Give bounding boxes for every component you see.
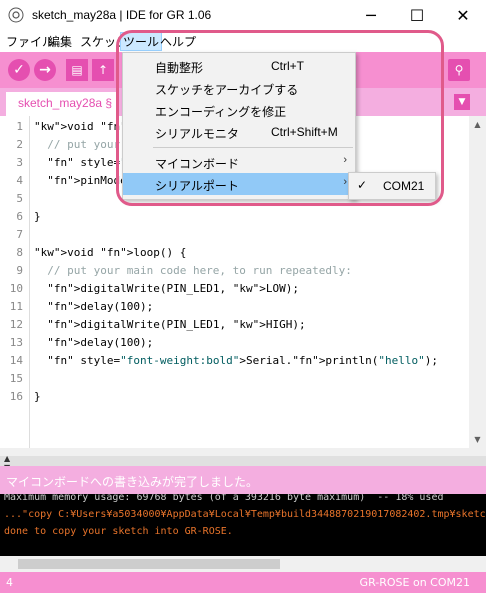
code-line[interactable]: "fn">digitalWrite(PIN_LED1, "kw">HIGH);	[34, 318, 305, 331]
open-sketch-button[interactable]: ↑	[92, 59, 114, 81]
line-number: 14	[9, 354, 23, 367]
line-number: 7	[16, 228, 23, 241]
menu-item[interactable]: スケッチをアーカイブする	[123, 77, 355, 99]
menu-help[interactable]: ヘルプ	[158, 33, 198, 51]
line-number: 11	[9, 300, 23, 313]
code-line[interactable]: "fn">digitalWrite(PIN_LED1, "kw">LOW);	[34, 282, 299, 295]
code-line[interactable]: "kw">void "fn">loop() {	[34, 246, 186, 259]
console-line: done to copy your sketch into GR-ROSE.	[4, 526, 233, 537]
upload-button[interactable]: →	[34, 59, 56, 81]
title-bar: sketch_may28a | IDE for GR 1.06 ─ ☐ ✕	[0, 0, 486, 30]
window-title: sketch_may28a | IDE for GR 1.06	[32, 8, 212, 22]
menu-item[interactable]: シリアルモニタ Ctrl+Shift+M	[123, 121, 355, 143]
serial-port-submenu: ✓ COM21	[348, 172, 436, 200]
scrollbar-thumb[interactable]	[18, 559, 280, 569]
line-number: 1	[16, 120, 23, 133]
menu-item-label: マイコンボード	[155, 157, 240, 171]
code-line[interactable]: }	[34, 210, 41, 223]
code-line[interactable]: "fn">delay(100);	[34, 336, 153, 349]
line-number: 8	[16, 246, 23, 259]
code-line[interactable]: "fn" style="font-weight:bold">Serial."fn…	[34, 354, 438, 367]
splitter[interactable]: ▲▼	[0, 454, 486, 472]
scroll-up-icon[interactable]: ▲	[469, 116, 486, 133]
line-number: 9	[16, 264, 23, 277]
minimize-button[interactable]: ─	[348, 0, 394, 30]
console-line: ..."copy C:¥Users¥a5034000¥AppData¥Local…	[4, 509, 486, 520]
menu-item[interactable]: エンコーディングを修正	[123, 99, 355, 121]
board-port-label: GR-ROSE on COM21	[359, 576, 470, 589]
line-number: 10	[9, 282, 23, 295]
status-message: マイコンボードへの書き込みが完了しました。	[6, 475, 259, 489]
current-line-number: 4	[6, 576, 13, 589]
close-button[interactable]: ✕	[440, 0, 486, 30]
line-number: 5	[16, 192, 23, 205]
menu-item-label: シリアルポート	[155, 179, 239, 193]
submenu-item-com21[interactable]: COM21	[383, 179, 424, 193]
menu-tools[interactable]: ツール	[120, 32, 163, 51]
serial-monitor-button[interactable]: ⚲	[448, 59, 470, 81]
submenu-arrow-icon: ›	[343, 154, 347, 166]
console-line: Maximum memory usage: 69768 bytes (of a …	[4, 494, 444, 503]
code-line[interactable]: "fn">delay(100);	[34, 300, 153, 313]
footer-bar: 4 GR-ROSE on COM21	[0, 572, 486, 593]
tools-menu-dropdown: 自動整形 Ctrl+T スケッチをアーカイブする エンコーディングを修正 シリアルモニタ…	[122, 52, 356, 200]
line-number: 15	[9, 372, 23, 385]
menu-item[interactable]: マイコンボード ›	[123, 151, 355, 173]
code-line[interactable]: }	[34, 390, 41, 403]
menu-item-label: 自動整形	[155, 61, 204, 75]
line-number: 12	[9, 318, 23, 331]
line-number-gutter: 1 2 3 4 5 6 7 8 9 10 11 12 13 14 15 16	[0, 116, 30, 448]
code-line[interactable]: // put your main code here, to run repea…	[34, 264, 352, 277]
scroll-down-icon[interactable]: ▼	[469, 431, 486, 448]
code-line[interactable]: // put your	[34, 138, 120, 151]
menu-item-label: スケッチをアーカイブする	[155, 83, 299, 97]
menu-item-label: エンコーディングを修正	[155, 105, 287, 119]
editor-vertical-scrollbar[interactable]: ▲ ▼	[469, 116, 486, 448]
submenu-arrow-icon: ›	[343, 176, 347, 188]
menu-item-shortcut: Ctrl+T	[271, 59, 304, 73]
new-sketch-button[interactable]: ▤	[66, 59, 88, 81]
line-number: 6	[16, 210, 23, 223]
tab-sketch[interactable]: sketch_may28a §	[6, 92, 118, 116]
menu-edit[interactable]: 編集	[46, 33, 74, 51]
console-horizontal-scrollbar[interactable]	[0, 556, 486, 572]
line-number: 2	[16, 138, 23, 151]
status-bar: マイコンボードへの書き込みが完了しました。	[0, 466, 486, 494]
check-icon: ✓	[357, 178, 368, 192]
app-icon	[8, 7, 24, 23]
menu-item-label: シリアルモニタ	[155, 127, 239, 141]
maximize-button[interactable]: ☐	[394, 0, 440, 30]
verify-button[interactable]: ✓	[8, 59, 30, 81]
line-number: 16	[9, 390, 23, 403]
menu-separator	[153, 147, 353, 148]
menu-item-shortcut: Ctrl+Shift+M	[271, 125, 338, 139]
menu-bar: ファイル 編集 スケッチ ツール ヘルプ	[0, 30, 486, 52]
menu-item[interactable]: シリアルポート ›	[123, 173, 355, 195]
console-output: Maximum memory usage: 69768 bytes (of a …	[0, 494, 486, 556]
line-number: 4	[16, 174, 23, 187]
tab-menu-button[interactable]: ▼	[454, 94, 470, 110]
menu-item[interactable]: 自動整形 Ctrl+T	[123, 55, 355, 77]
line-number: 13	[9, 336, 23, 349]
line-number: 3	[16, 156, 23, 169]
